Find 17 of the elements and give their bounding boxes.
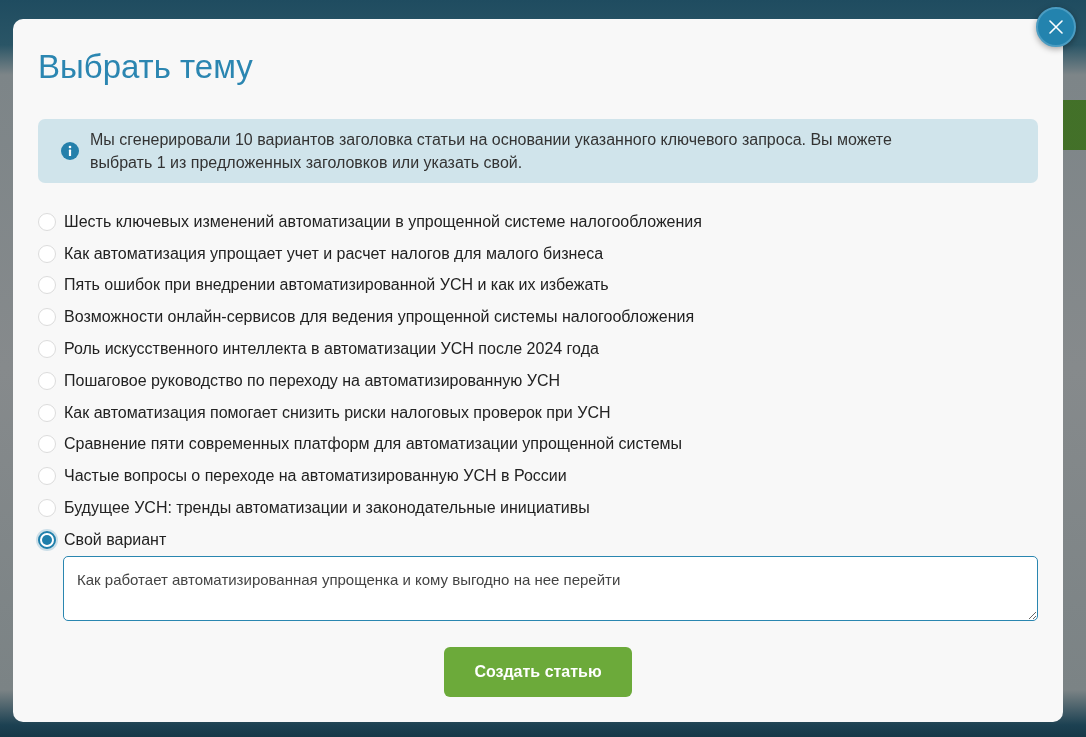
info-text: Мы сгенерировали 10 вариантов заголовка статьи на основании указанного ключевого запроса. Вы можете выбрать 1 из предложенных заголовков или указать свой. (90, 130, 893, 173)
custom-title-field[interactable]: Как работает автоматизированная упрощенка и кому выгодно на нее перейти (63, 555, 1038, 621)
option-label[interactable]: Возможности онлайн-сервисов для ведения упрощенной системы налогообложения (64, 307, 695, 328)
option-label[interactable]: Как автоматизация помогает снизить риски налоговых проверок при УСН (64, 402, 611, 423)
dialog-title: Выбрать тему (38, 47, 254, 87)
option-label[interactable]: Сравнение пяти современных платформ для автоматизации упрощенной системы (64, 434, 683, 455)
info-icon (61, 142, 79, 160)
option-label[interactable]: Роль искусственного интеллекта в автоматизации УСН после 2024 года (64, 339, 599, 360)
close-icon (1049, 20, 1063, 34)
option-label[interactable]: Пять ошибок при внедрении автоматизированной УСН и как их избежать (64, 275, 609, 296)
option-label[interactable]: Как автоматизация упрощает учет и расчет налогов для малого бизнеса (64, 243, 604, 264)
option-label[interactable]: Пошаговое руководство по переходу на автоматизированную УСН (64, 370, 560, 391)
option-label[interactable]: Будущее УСН: тренды автоматизации и законодательные инициативы (64, 498, 590, 519)
option-label[interactable]: Шесть ключевых изменений автоматизации в упрощенной системе налогообложения (64, 211, 702, 232)
radio-button[interactable] (38, 530, 56, 549)
option-label[interactable]: Частые вопросы о переходе на автоматизированную УСН в России (64, 466, 567, 487)
option-label[interactable]: Свой вариант (64, 529, 167, 550)
